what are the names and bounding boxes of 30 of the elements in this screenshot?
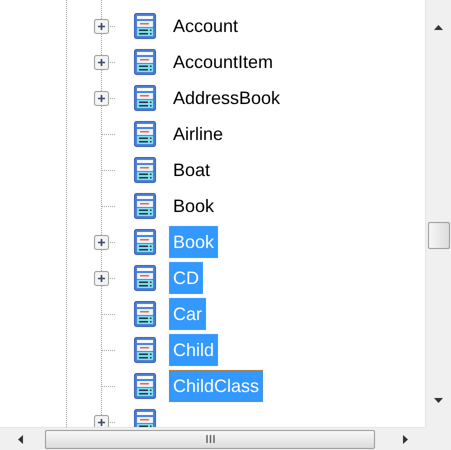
table-icon xyxy=(134,157,156,183)
tree-item[interactable]: AddressBook xyxy=(169,82,284,114)
tree-item[interactable]: AccountItem xyxy=(169,46,278,78)
expand-icon[interactable] xyxy=(94,234,109,250)
expand-icon[interactable] xyxy=(94,54,109,70)
table-icon xyxy=(134,301,156,327)
table-icon xyxy=(134,373,156,399)
expand-icon[interactable] xyxy=(94,270,109,286)
expand-icon[interactable] xyxy=(94,18,109,34)
horizontal-scroll-thumb[interactable] xyxy=(45,430,375,448)
grip-icon xyxy=(206,435,214,443)
up-arrow-icon xyxy=(434,24,443,30)
table-icon xyxy=(134,229,156,255)
tree-item[interactable]: Boat xyxy=(169,154,214,186)
down-arrow-icon xyxy=(434,398,443,402)
table-icon xyxy=(134,337,156,363)
right-arrow-icon xyxy=(402,434,408,444)
left-arrow-icon xyxy=(18,434,22,444)
expand-icon[interactable] xyxy=(94,90,109,106)
vertical-scroll-thumb[interactable] xyxy=(428,222,450,249)
table-icon xyxy=(134,193,156,219)
table-icon xyxy=(134,85,156,111)
table-icon xyxy=(134,13,156,39)
table-icon xyxy=(134,265,156,291)
table-icon xyxy=(134,121,156,147)
tree-item[interactable]: Airline xyxy=(169,118,228,150)
expand-icon[interactable] xyxy=(94,414,109,427)
table-icon xyxy=(134,49,156,75)
tree-item[interactable]: Book xyxy=(169,190,218,222)
tree-item[interactable]: Account xyxy=(169,10,242,42)
